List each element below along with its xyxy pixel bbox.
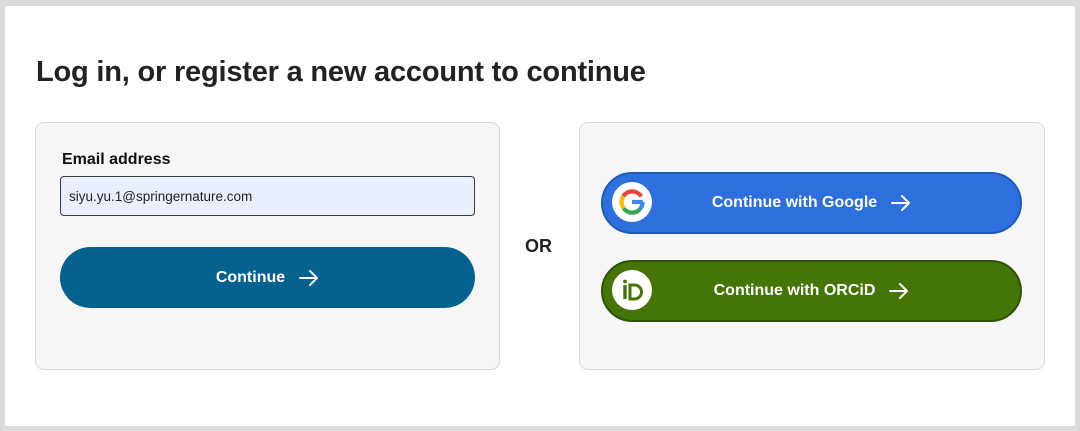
google-button-label: Continue with Google: [711, 194, 878, 211]
social-login-panel: Continue with Google Continue with ORCiD: [579, 122, 1045, 370]
continue-with-orcid-button[interactable]: Continue with ORCiD: [601, 260, 1022, 322]
continue-button-label: Continue: [215, 268, 286, 286]
arrow-right-icon: [889, 282, 909, 300]
email-login-panel: Email address Continue: [35, 122, 500, 370]
orcid-button-label: Continue with ORCiD: [713, 282, 876, 299]
page-title: Log in, or register a new account to con…: [36, 56, 646, 88]
orcid-logo-icon: [612, 270, 652, 310]
or-separator: OR: [525, 236, 552, 256]
continue-with-google-button[interactable]: Continue with Google: [601, 172, 1022, 234]
arrow-right-icon: [299, 269, 319, 287]
email-label: Email address: [62, 151, 171, 168]
arrow-right-icon: [891, 194, 911, 212]
google-logo-icon: [612, 182, 652, 222]
continue-button[interactable]: Continue: [60, 247, 475, 308]
email-input[interactable]: [60, 176, 475, 216]
